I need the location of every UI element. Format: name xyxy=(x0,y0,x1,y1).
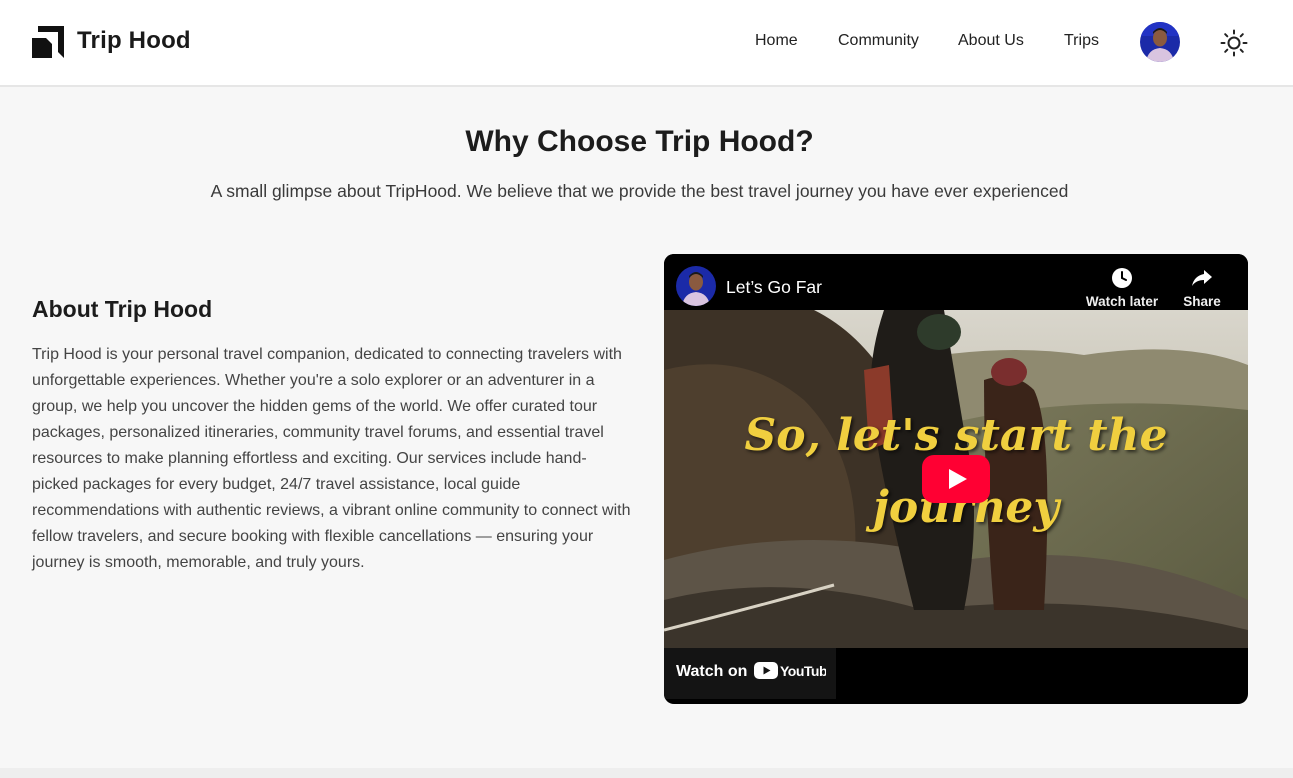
about-heading: About Trip Hood xyxy=(32,296,213,322)
channel-avatar[interactable] xyxy=(676,266,716,306)
youtube-embed[interactable]: Let’s Go Far Watch later Share So, let's… xyxy=(664,254,1248,704)
user-avatar[interactable] xyxy=(1140,22,1180,62)
nav-home[interactable]: Home xyxy=(755,32,798,50)
video-thumbnail[interactable]: So, let's start the journey xyxy=(664,310,1248,648)
video-title[interactable]: Let’s Go Far xyxy=(726,277,822,298)
watch-later-label: Watch later xyxy=(1085,294,1159,309)
watch-on-youtube-button[interactable]: Watch on YouTube xyxy=(664,648,836,699)
watch-on-label: Watch on xyxy=(676,663,748,680)
nav-about-us[interactable]: About Us xyxy=(958,32,1024,50)
section-subtitle: A small glimpse about TripHood. We belie… xyxy=(210,181,1069,201)
section-title: Why Choose Trip Hood? xyxy=(465,125,814,158)
share-label: Share xyxy=(1183,294,1221,309)
brand-name[interactable]: Trip Hood xyxy=(77,27,191,55)
overlay-line-1: So, let's start the xyxy=(744,410,1168,461)
youtube-logo-icon: YouTube xyxy=(754,662,826,679)
play-icon[interactable] xyxy=(922,455,990,503)
nav-trips[interactable]: Trips xyxy=(1064,32,1099,50)
about-description: Trip Hood is your personal travel compan… xyxy=(32,346,631,571)
clock-icon xyxy=(1112,268,1132,288)
trip-hood-logo-icon[interactable] xyxy=(32,26,64,58)
footer-divider xyxy=(0,768,1293,778)
video-top-bar: Let’s Go Far Watch later Share xyxy=(664,254,1248,310)
sun-icon[interactable] xyxy=(1220,29,1248,57)
share-arrow-icon xyxy=(1192,270,1212,286)
share-button[interactable]: Share xyxy=(1162,266,1242,309)
youtube-wordmark: YouTube xyxy=(780,663,826,679)
nav-community[interactable]: Community xyxy=(838,32,919,50)
site-header: Trip Hood Home Community About Us Trips xyxy=(0,0,1293,87)
watch-later-button[interactable]: Watch later xyxy=(1082,266,1162,309)
